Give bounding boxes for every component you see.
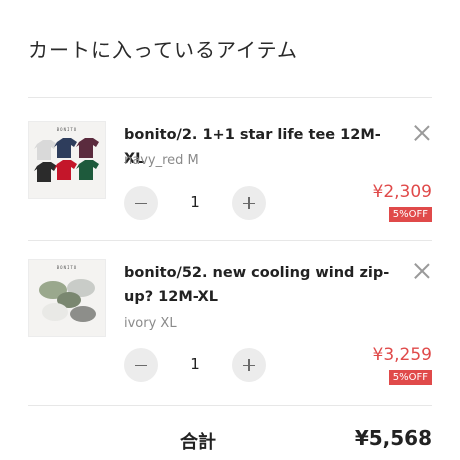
- cart-item: BONITO bonito/52. new cooling wind zip-u…: [28, 259, 432, 409]
- minus-icon: [135, 364, 147, 367]
- zipup-product-image: [39, 279, 96, 322]
- discount-badge: 5%OFF: [388, 370, 432, 385]
- item-price: ¥2,309: [372, 182, 432, 202]
- divider: [28, 97, 432, 98]
- decrement-button[interactable]: [124, 186, 158, 220]
- product-thumbnail[interactable]: BONITO: [28, 121, 106, 199]
- product-variant: ivory XL: [124, 316, 177, 331]
- page-title: カートに入っているアイテム: [28, 38, 298, 62]
- increment-button[interactable]: [232, 348, 266, 382]
- increment-button[interactable]: [232, 186, 266, 220]
- thumbnail-brand-mark: BONITO: [56, 127, 78, 132]
- minus-icon: [135, 202, 147, 205]
- product-variant: navy_red M: [124, 153, 199, 168]
- divider: [28, 240, 432, 241]
- product-thumbnail[interactable]: BONITO: [28, 259, 106, 337]
- close-icon[interactable]: [412, 261, 432, 281]
- total-value: ¥5,568: [354, 426, 432, 450]
- cart-item: BONITO bonito/2. 1+1 star life tee 12M-X…: [28, 121, 432, 271]
- divider: [28, 405, 432, 406]
- decrement-button[interactable]: [124, 348, 158, 382]
- close-icon[interactable]: [412, 123, 432, 143]
- tee-product-image: [34, 138, 99, 182]
- total-label: 合計: [180, 432, 216, 453]
- quantity-value: 1: [190, 355, 200, 373]
- item-price: ¥3,259: [372, 345, 432, 365]
- product-name[interactable]: bonito/52. new cooling wind zip-up? 12M-…: [124, 261, 392, 309]
- discount-badge: 5%OFF: [388, 207, 432, 222]
- thumbnail-brand-mark: BONITO: [56, 265, 78, 270]
- cart-page: カートに入っているアイテム BONITO bonito/2. 1+1 star …: [0, 0, 460, 460]
- quantity-value: 1: [190, 193, 200, 211]
